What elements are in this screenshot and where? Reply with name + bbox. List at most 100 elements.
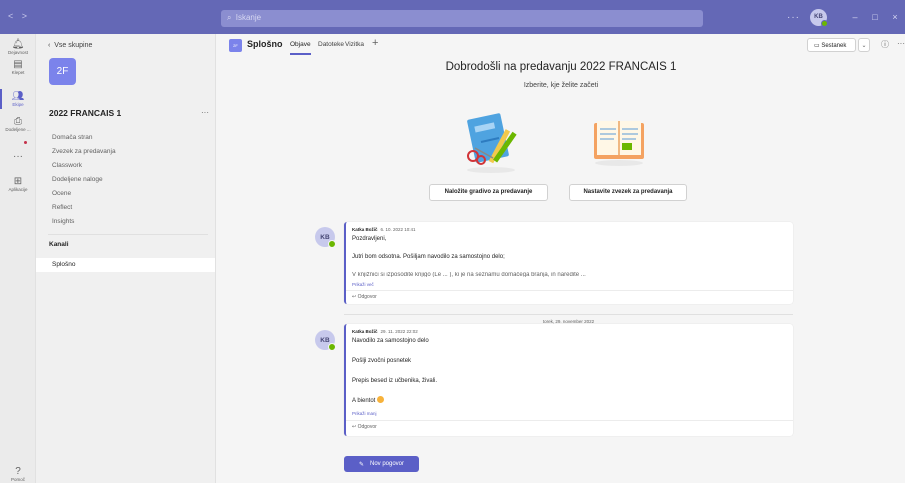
reply-icon: ↩ xyxy=(352,424,357,430)
app-rail: 🔔︎ Dejavnost ▤ Klepet 👥︎ Ekipe ⎙ Dodelje… xyxy=(0,34,36,483)
add-tab-button[interactable]: + xyxy=(372,37,378,49)
show-more-link[interactable]: Prikaži več xyxy=(352,282,374,287)
message-text: A bientot xyxy=(352,396,385,404)
rail-label: Pomoč xyxy=(10,477,25,482)
notification-dot xyxy=(24,141,27,144)
reply-button[interactable]: ↩ Odgovor xyxy=(352,294,377,300)
channel-header: 2F Splošno Objave Datoteke Vizitka + ▭ S… xyxy=(217,34,905,56)
rail-label: Dejavnost xyxy=(7,50,28,55)
nav-arrows[interactable]: < > xyxy=(8,11,30,21)
rail-apps[interactable]: ⊞ Aplikacije xyxy=(0,176,36,193)
welcome-subtitle: Izberite, kje želite začeti xyxy=(523,82,599,89)
rail-activity[interactable]: 🔔︎ Dejavnost xyxy=(0,39,36,56)
meet-dropdown-chevron-icon[interactable]: ⌄ xyxy=(858,38,870,52)
team-nav-home[interactable]: Domača stran xyxy=(52,134,92,141)
search-icon: ⌕ xyxy=(227,13,232,22)
message-card: Katka Božič 6. 10. 2022 10:41 Pozdravljen… xyxy=(344,222,793,304)
divider xyxy=(48,234,208,235)
team-sidebar: ‹ Vse skupine 2F 2022 FRANCAIS 1 ··· Dom… xyxy=(36,34,216,483)
reply-label: Odgovor xyxy=(357,424,377,430)
message-time: 29. 11. 2022 22:02 xyxy=(380,329,418,334)
rail-label: Aplikacije xyxy=(8,187,28,192)
show-less-link[interactable]: Prikaži manj xyxy=(352,411,377,416)
assignments-icon: ⎙ xyxy=(14,116,22,127)
active-tab-indicator xyxy=(290,53,311,55)
meet-button[interactable]: ▭ Sestanek xyxy=(807,38,856,52)
avatar[interactable]: KB xyxy=(315,227,336,248)
bell-icon: 🔔︎ xyxy=(11,39,25,50)
divider xyxy=(346,420,793,421)
rail-label: Dodeljene ... xyxy=(5,127,31,132)
rail-assignments[interactable]: ⎙ Dodeljene ... xyxy=(0,116,36,133)
team-nav-notebook[interactable]: Zvezek za predavanja xyxy=(52,148,116,155)
team-nav-reflect[interactable]: Reflect xyxy=(52,204,72,211)
video-icon: ▭ xyxy=(814,43,820,49)
search-placeholder: Iskanje xyxy=(235,13,262,22)
title-bar-controls: ··· KB – □ × xyxy=(787,0,905,34)
minimize-button[interactable]: – xyxy=(845,12,865,22)
rail-chat[interactable]: ▤ Klepet xyxy=(0,59,36,76)
info-icon[interactable]: ⓘ xyxy=(881,39,889,50)
team-name: 2022 FRANCAIS 1 xyxy=(49,108,122,118)
channel-item-general[interactable]: Splošno xyxy=(36,258,215,272)
maximize-button[interactable]: □ xyxy=(865,12,885,22)
team-logo: 2F xyxy=(49,58,76,85)
apps-icon: ⊞ xyxy=(13,176,23,187)
channel-logo: 2F xyxy=(229,39,242,52)
back-to-teams[interactable]: ‹ Vse skupine xyxy=(48,42,92,49)
rail-teams[interactable]: 👥︎ Ekipe xyxy=(0,89,36,109)
team-nav-insights[interactable]: Insights xyxy=(52,218,74,225)
upload-materials-button[interactable]: Naložite gradivo za predavanje xyxy=(429,184,548,201)
welcome-title: Dobrodošli na predavanju 2022 FRANCAIS 1 xyxy=(445,61,677,73)
message-text: Jutri bom odsotna. Pošiljam navodilo za … xyxy=(352,254,505,260)
author-name: Katka Božič xyxy=(352,227,378,232)
close-button[interactable]: × xyxy=(885,12,905,22)
message-author: Katka Božič 29. 11. 2022 22:02 xyxy=(352,329,418,334)
more-options-icon[interactable]: ··· xyxy=(787,12,800,23)
new-conversation-label: Nov pogovor xyxy=(370,461,405,467)
rail-label: Ekipe xyxy=(12,102,24,107)
smile-emoji-icon xyxy=(377,396,385,403)
title-bar: < > ⌕ Iskanje ··· KB – □ × xyxy=(0,0,905,34)
message-author: Katka Božič 6. 10. 2022 10:41 xyxy=(352,227,416,232)
rail-help[interactable]: ? Pomoč xyxy=(0,466,36,483)
reply-button[interactable]: ↩ Odgovor xyxy=(352,424,377,430)
class-notebook-illustration xyxy=(594,121,644,166)
author-name: Katka Božič xyxy=(352,329,378,334)
reply-icon: ↩ xyxy=(352,294,357,300)
back-label: Vse skupine xyxy=(54,42,93,49)
message-time: 6. 10. 2022 10:41 xyxy=(380,227,416,232)
rail-label: Klepet xyxy=(11,70,25,75)
setup-notebook-button[interactable]: Nastavite zvezek za predavanja xyxy=(569,184,687,201)
teams-icon: 👥︎ xyxy=(11,91,25,102)
message-card: Katka Božič 29. 11. 2022 22:02 Navodilo z… xyxy=(344,324,793,436)
chevron-left-icon: ‹ xyxy=(48,42,51,49)
message-text: Pošlji zvočni posnetek xyxy=(352,358,412,364)
channels-header: Kanali xyxy=(49,241,69,248)
search-input[interactable]: ⌕ Iskanje xyxy=(221,10,703,27)
meet-label: Sestanek xyxy=(821,43,847,49)
more-icon: ··· xyxy=(13,151,23,162)
new-conversation-button[interactable]: ✎ Nov pogovor xyxy=(344,456,419,472)
team-more-icon[interactable]: ··· xyxy=(201,108,209,117)
rail-more[interactable]: ··· xyxy=(0,151,36,162)
divider xyxy=(346,290,793,291)
message-text-content: A bientot xyxy=(352,398,376,404)
channel-label: Splošno xyxy=(52,261,76,268)
class-materials-illustration xyxy=(467,113,517,173)
channel-title: Splošno xyxy=(247,39,283,49)
team-nav-grades[interactable]: Ocene xyxy=(52,190,71,197)
team-nav-classwork[interactable]: Classwork xyxy=(52,162,82,169)
header-more-icon[interactable]: ··· xyxy=(897,39,905,48)
avatar[interactable]: KB xyxy=(315,330,336,351)
message-text: Prepis besed iz učbenika, živali. xyxy=(352,378,438,384)
chat-icon: ▤ xyxy=(13,59,23,70)
tab-card[interactable]: Vizitka xyxy=(345,41,364,48)
tab-posts[interactable]: Objave xyxy=(290,41,311,48)
team-nav-assignments[interactable]: Dodeljene naloge xyxy=(52,176,103,183)
tab-files[interactable]: Datoteke xyxy=(318,41,344,48)
user-avatar[interactable]: KB xyxy=(810,8,828,27)
reply-label: Odgovor xyxy=(357,294,377,300)
compose-icon: ✎ xyxy=(358,461,364,468)
message-text: Navodilo za samostojno delo xyxy=(352,338,429,344)
